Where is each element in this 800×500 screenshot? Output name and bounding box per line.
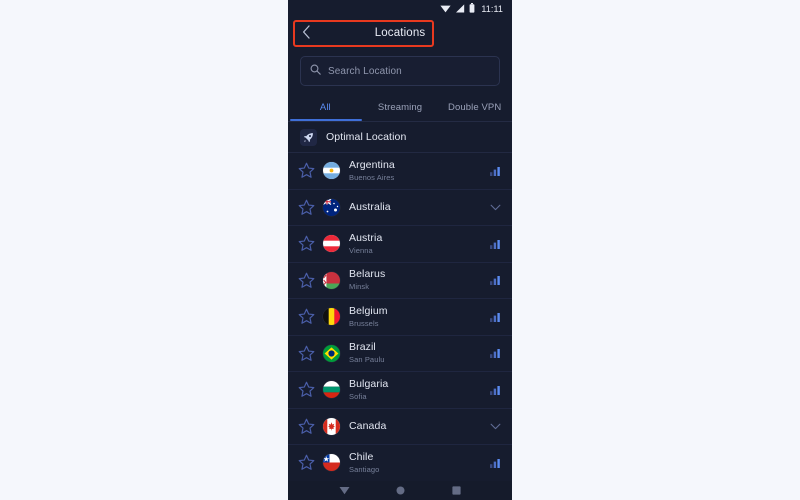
location-country: Austria [349,231,383,244]
favorite-star-icon[interactable] [297,417,316,436]
location-country: Belgium [349,304,388,317]
favorite-star-icon[interactable] [297,234,316,253]
flag-icon-belarus [323,271,340,289]
signal-bars-icon [478,312,512,322]
location-row-belarus[interactable]: Belarus Minsk [288,263,512,299]
location-row-belgium[interactable]: Belgium Brussels [288,299,512,336]
rocket-icon [300,128,317,146]
location-row-canada[interactable]: Canada [288,409,512,445]
wifi-icon [440,0,451,18]
signal-bars-icon [478,458,512,468]
favorite-star-icon[interactable] [297,307,316,326]
favorite-star-icon[interactable] [297,344,316,363]
tab-streaming[interactable]: Streaming [363,96,438,121]
flag-icon-chile [323,454,340,472]
home-circle-icon[interactable] [396,482,405,500]
signal-bars-icon [478,385,512,395]
locations-list: Optimal Location Argentina Buenos Aires [288,122,512,482]
location-row-brazil[interactable]: Brazil San Paulu [288,336,512,372]
signal-bars-icon [478,239,512,249]
location-city: Minsk [349,282,370,292]
search-section: Search Location [288,48,512,96]
signal-bars-icon [478,166,512,176]
optimal-location-label: Optimal Location [326,131,407,143]
flag-icon-austria [323,235,340,253]
location-row-austria[interactable]: Austria Vienna [288,226,512,263]
location-country: Brazil [349,341,376,354]
location-country: Australia [349,200,391,213]
search-input[interactable]: Search Location [300,56,500,86]
tab-all[interactable]: All [288,96,363,121]
location-country: Argentina [349,158,395,171]
android-nav-bar [288,481,512,500]
favorite-star-icon[interactable] [297,453,316,472]
optimal-location-row[interactable]: Optimal Location [288,122,512,153]
favorite-star-icon[interactable] [297,380,316,399]
favorite-star-icon[interactable] [297,198,316,217]
flag-icon-argentina [323,162,340,180]
chevron-down-icon[interactable] [478,423,512,430]
phone-screen: 11:11 Locations Search Location All Stre… [288,0,512,500]
search-placeholder: Search Location [328,65,402,77]
location-row-bulgaria[interactable]: Bulgaria Sofia [288,372,512,409]
location-row-australia[interactable]: Australia [288,190,512,226]
location-city: Buenos Aires [349,172,395,182]
chevron-down-icon[interactable] [478,204,512,211]
signal-bars-icon [478,275,512,286]
signal-bars-icon [478,348,512,359]
location-row-argentina[interactable]: Argentina Buenos Aires [288,153,512,190]
battery-icon [469,0,475,18]
location-city: San Paulu [349,355,385,365]
location-country: Chile [349,450,374,463]
tab-bar: All Streaming Double VPN [288,96,512,122]
flag-icon-bulgaria [323,381,340,399]
page-title: Locations [374,27,426,39]
location-city: Santiago [349,464,380,474]
flag-icon-brazil [323,344,340,362]
location-city: Sofia [349,391,367,401]
location-row-chile[interactable]: Chile Santiago [288,445,512,482]
location-country: Canada [349,419,387,432]
favorite-star-icon[interactable] [297,161,316,180]
location-country: Bulgaria [349,377,389,390]
recents-square-icon[interactable] [452,482,461,500]
title-bar: Locations [288,18,512,48]
flag-icon-canada [323,417,340,435]
status-bar-clock: 11:11 [481,4,503,14]
location-city: Vienna [349,245,373,255]
tab-double-vpn[interactable]: Double VPN [437,96,512,121]
screenshot-canvas: 11:11 Locations Search Location All Stre… [0,0,800,500]
tab-active-indicator [290,119,362,121]
flag-icon-belgium [323,308,340,326]
search-icon [310,62,321,80]
location-city: Brussels [349,318,379,328]
back-triangle-icon[interactable] [339,482,350,500]
cellular-signal-icon [455,0,465,18]
favorite-star-icon[interactable] [297,271,316,290]
status-bar: 11:11 [288,0,512,18]
flag-icon-australia [323,198,340,216]
location-country: Belarus [349,268,386,281]
